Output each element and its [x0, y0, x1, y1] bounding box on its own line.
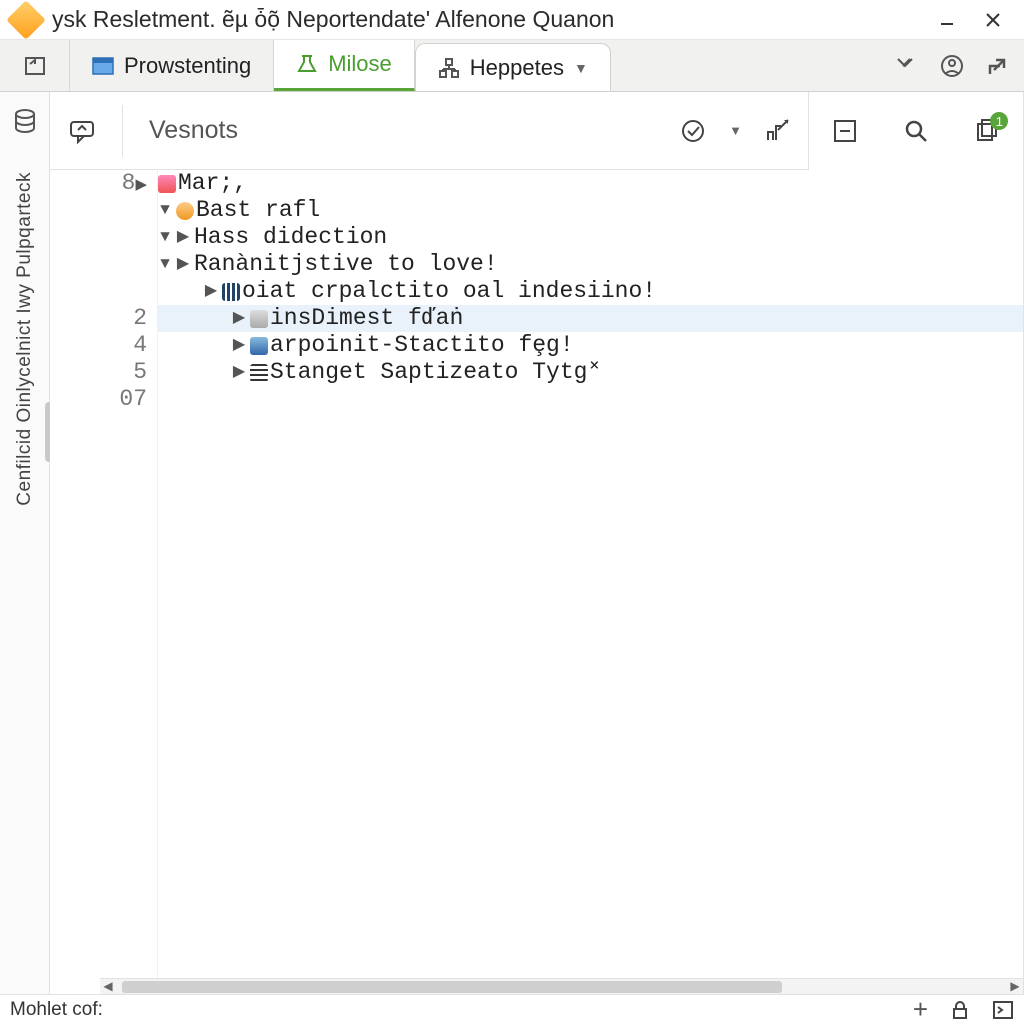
tree-row[interactable]: Mar;,: [158, 170, 1023, 197]
tree-row[interactable]: arpoinit-Stactito fȩg!: [158, 332, 1023, 359]
content-area: Cenfilcid Oinlycelnict Iwy Pulpqarteck V…: [0, 92, 1024, 994]
search-icon[interactable]: [903, 118, 929, 144]
chevron-down-icon: ▼: [574, 60, 588, 76]
editor-toolbar: Vesnots ▼: [50, 92, 808, 170]
terminal-icon[interactable]: [992, 1000, 1014, 1020]
editor-tree[interactable]: 8▶24507 Mar;,Bast raflHass didectionRanà…: [50, 170, 1023, 978]
node-label: Bast rafl: [196, 197, 320, 224]
node-icon: [250, 364, 268, 382]
node-icon: [250, 310, 268, 328]
tab-label: Prowstenting: [124, 53, 251, 79]
sidebar-vertical-label: Cenfilcid Oinlycelnict Iwy Pulpqarteck: [14, 172, 36, 506]
window-icon: [92, 55, 114, 77]
chevron-down-icon[interactable]: ▼: [729, 123, 742, 138]
right-toolbar: 1: [808, 92, 1023, 170]
close-button[interactable]: [970, 0, 1016, 40]
status-bar: Mohlet cof: +: [0, 994, 1024, 1024]
project-panel-icon[interactable]: [0, 40, 70, 91]
status-left-label: Mohlet cof:: [10, 999, 103, 1021]
check-dropdown-icon[interactable]: [681, 118, 707, 144]
minimize-panel-icon[interactable]: [832, 118, 858, 144]
notifications-icon[interactable]: 1: [974, 118, 1000, 144]
tree-row[interactable]: [158, 386, 1023, 413]
tab-prowstenting[interactable]: Prowstenting: [70, 40, 274, 91]
main-panel: Vesnots ▼ 1: [50, 92, 1024, 994]
node-label: Hass didection: [194, 224, 387, 251]
toolbar-divider: [122, 105, 123, 157]
tree-row[interactable]: oiat crpalctito oal indesiino!: [158, 278, 1023, 305]
node-label: Stanget Saptizeato Tytg˟: [270, 359, 601, 386]
tab-heppetes[interactable]: Heppetes ▼: [415, 43, 611, 91]
node-icon: [176, 202, 194, 220]
node-label: Mar;,: [178, 170, 247, 197]
tree-lines[interactable]: Mar;,Bast raflHass didectionRanànitjstiv…: [158, 170, 1023, 978]
app-logo-icon: [6, 0, 46, 39]
node-label: Ranànitjstive to love!: [194, 251, 498, 278]
tree-row[interactable]: Bast rafl: [158, 197, 1023, 224]
tree-row[interactable]: Ranànitjstive to love!: [158, 251, 1023, 278]
node-label: insDimest fďaṅ: [270, 305, 463, 332]
tab-bar: Prowstenting Milose Heppetes ▼: [0, 40, 1024, 92]
node-icon: [250, 337, 268, 355]
tree-row[interactable]: Hass didection: [158, 224, 1023, 251]
node-icon: [222, 283, 240, 301]
node-label: arpoinit-Stactito fȩg!: [270, 332, 574, 359]
hscroll-thumb[interactable]: [122, 981, 782, 993]
horizontal-scrollbar[interactable]: ◀ ▶: [100, 978, 1023, 994]
gutter: 8▶24507: [50, 170, 158, 978]
structure-icon: [438, 57, 460, 79]
left-sidebar: Cenfilcid Oinlycelnict Iwy Pulpqarteck: [0, 92, 50, 994]
tree-row[interactable]: Stanget Saptizeato Tytg˟: [158, 359, 1023, 386]
tab-label: Milose: [328, 51, 392, 77]
title-bar: ysk Resletment. ẽµ ȱọ̃ Neportendate' Alf…: [0, 0, 1024, 40]
recent-dropdown-icon[interactable]: [896, 55, 918, 77]
add-icon[interactable]: +: [913, 994, 928, 1024]
breadcrumb-label: Vesnots: [149, 116, 238, 145]
edit-chart-icon[interactable]: [764, 118, 790, 144]
account-icon[interactable]: [940, 54, 964, 78]
database-icon[interactable]: [12, 108, 38, 134]
node-label: oiat crpalctito oal indesiino!: [242, 278, 656, 305]
notification-badge: 1: [990, 112, 1008, 130]
scroll-right-button[interactable]: ▶: [1007, 979, 1023, 995]
scroll-left-button[interactable]: ◀: [100, 979, 116, 995]
tree-row[interactable]: insDimest fďaṅ: [158, 305, 1023, 332]
node-icon: [158, 175, 176, 193]
flask-icon: [296, 53, 318, 75]
lock-icon[interactable]: [950, 1000, 970, 1020]
comment-icon[interactable]: [68, 117, 96, 145]
tab-label: Heppetes: [470, 55, 564, 81]
minimize-button[interactable]: [924, 0, 970, 40]
share-arrow-icon[interactable]: [986, 54, 1010, 78]
window-title: ysk Resletment. ẽµ ȱọ̃ Neportendate' Alf…: [52, 6, 924, 33]
tab-milose[interactable]: Milose: [274, 40, 415, 91]
